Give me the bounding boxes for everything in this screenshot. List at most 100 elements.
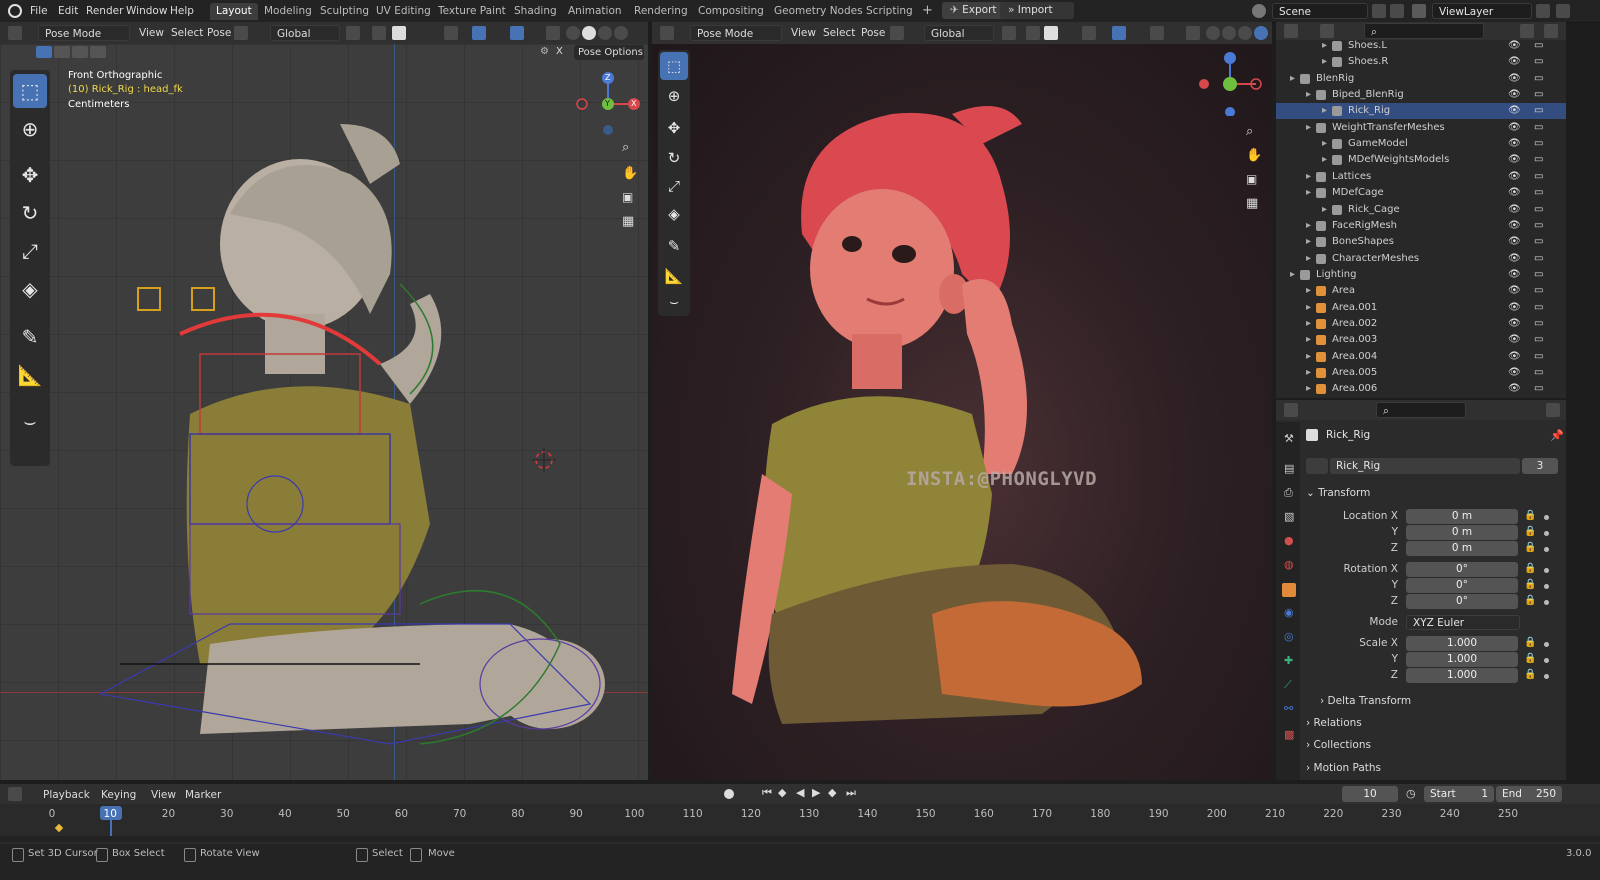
selection-mode-buttons[interactable] — [36, 46, 126, 60]
outliner-row[interactable]: ▸ BoneShapes 👁 ▭ — [1276, 234, 1566, 250]
motion-paths-panel-header[interactable]: › Motion Paths — [1306, 759, 1562, 777]
x-mirror-icon[interactable]: X — [556, 46, 568, 58]
visibility-eye-icon[interactable]: 👁 — [1508, 218, 1521, 234]
expand-arrow-icon[interactable]: ▸ — [1306, 169, 1311, 185]
render-visibility-icon[interactable]: ▭ — [1534, 349, 1543, 365]
expand-arrow-icon[interactable]: ▸ — [1322, 152, 1327, 168]
tab-scripting[interactable]: Scripting — [860, 3, 919, 20]
overlay-toggle-icon[interactable] — [510, 26, 524, 40]
outliner-row[interactable]: ▸ Area.002 👁 ▭ — [1276, 316, 1566, 332]
jump-key-forward-icon[interactable]: ◆ — [828, 786, 836, 799]
right-visibility-icon[interactable] — [1082, 26, 1096, 40]
rotation-y-field[interactable]: 0° — [1406, 578, 1518, 593]
render-visibility-icon[interactable]: ▭ — [1534, 202, 1543, 218]
menu-window[interactable]: Window — [122, 3, 171, 19]
visibility-eye-icon[interactable]: 👁 — [1508, 169, 1521, 185]
view-layer-tab-icon[interactable]: ▧ — [1284, 510, 1296, 523]
transform-panel-header[interactable]: ⌄ Transform — [1306, 484, 1562, 502]
expand-arrow-icon[interactable]: ▸ — [1306, 234, 1311, 250]
tab-geometry-nodes[interactable]: Geometry Nodes — [768, 3, 869, 20]
add-workspace-icon[interactable]: + — [922, 3, 933, 18]
outliner-row[interactable]: ▸ FaceRigMesh 👁 ▭ — [1276, 218, 1566, 234]
keyframe-scale-x-icon[interactable] — [1544, 642, 1549, 647]
scene-icon[interactable] — [1252, 4, 1266, 18]
expand-arrow-icon[interactable]: ▸ — [1322, 38, 1327, 54]
object-tab-icon[interactable] — [1282, 583, 1296, 597]
tab-animation[interactable]: Animation — [562, 3, 628, 20]
expand-arrow-icon[interactable]: ▸ — [1306, 185, 1311, 201]
right-snap-icon[interactable] — [1026, 26, 1040, 40]
right-editor-type-icon[interactable] — [660, 26, 674, 40]
timeline-view-menu[interactable]: View — [146, 787, 181, 803]
current-frame-field[interactable]: 10 — [1342, 786, 1398, 802]
clock-icon[interactable]: ◷ — [1406, 787, 1416, 800]
delta-transform-subpanel[interactable]: › Delta Transform — [1320, 692, 1560, 710]
tab-layout[interactable]: Layout — [210, 3, 258, 20]
expand-arrow-icon[interactable]: ▸ — [1290, 267, 1295, 283]
outliner-row[interactable]: ▸ GameModel 👁 ▭ — [1276, 136, 1566, 152]
marker-menu[interactable]: Marker — [180, 787, 226, 803]
render-visibility-icon[interactable]: ▭ — [1534, 169, 1543, 185]
blender-logo-icon[interactable] — [8, 4, 22, 18]
expand-arrow-icon[interactable]: ▸ — [1306, 251, 1311, 267]
delete-view-layer-icon[interactable] — [1556, 4, 1570, 18]
right-view-menu[interactable]: View — [786, 25, 821, 41]
visibility-eye-icon[interactable]: 👁 — [1508, 365, 1521, 381]
outliner-display-mode-icon[interactable] — [1320, 24, 1334, 38]
expand-arrow-icon[interactable]: ▸ — [1322, 54, 1327, 70]
visibility-icon[interactable] — [444, 26, 458, 40]
armature-data-tab-icon[interactable]: ✚ — [1284, 654, 1296, 667]
scene-tab-icon[interactable]: ● — [1284, 534, 1296, 547]
tool-tab-icon[interactable]: ⚒ — [1284, 432, 1296, 445]
start-frame-field[interactable]: Start 1 — [1424, 786, 1494, 802]
outliner-row[interactable]: ▸ Biped_BlenRig 👁 ▭ — [1276, 87, 1566, 103]
render-visibility-icon[interactable]: ▭ — [1534, 234, 1543, 250]
location-y-field[interactable]: 0 m — [1406, 525, 1518, 540]
outliner-row[interactable]: ▸ Area.004 👁 ▭ — [1276, 349, 1566, 365]
rig-character-model[interactable] — [90, 104, 648, 780]
expand-arrow-icon[interactable]: ▸ — [1306, 332, 1311, 348]
left-view-menu[interactable]: View — [134, 25, 169, 41]
new-scene-icon[interactable] — [1372, 4, 1386, 18]
render-visibility-icon[interactable]: ▭ — [1534, 120, 1543, 136]
visibility-eye-icon[interactable]: 👁 — [1508, 283, 1521, 299]
render-visibility-icon[interactable]: ▭ — [1534, 283, 1543, 299]
pivot-icon[interactable] — [346, 26, 360, 40]
location-x-field[interactable]: 0 m — [1406, 509, 1518, 524]
expand-arrow-icon[interactable]: ▸ — [1306, 218, 1311, 234]
record-icon[interactable] — [724, 789, 734, 799]
wireframe-shading-icon[interactable] — [566, 26, 580, 40]
lock-location-x-icon[interactable]: 🔒 — [1524, 510, 1536, 522]
new-view-layer-icon[interactable] — [1536, 4, 1550, 18]
right-viewport-render[interactable]: ⬚ ⊕ ✥ ↻ ⤢ ◈ ✎ 📐 ⌣ ⌕ ✋ ▣ ▦ INSTA:@PHONGLY… — [652, 44, 1272, 780]
delete-scene-icon[interactable] — [1390, 4, 1404, 18]
properties-options-icon[interactable] — [1546, 403, 1560, 417]
visibility-eye-icon[interactable]: 👁 — [1508, 38, 1521, 54]
visibility-eye-icon[interactable]: 👁 — [1508, 349, 1521, 365]
menu-render[interactable]: Render — [82, 3, 127, 19]
visibility-eye-icon[interactable]: 👁 — [1508, 54, 1521, 70]
render-visibility-icon[interactable]: ▭ — [1534, 365, 1543, 381]
render-visibility-icon[interactable]: ▭ — [1534, 267, 1543, 283]
outliner-editor-icon[interactable] — [1284, 24, 1298, 38]
visibility-eye-icon[interactable]: 👁 — [1508, 267, 1521, 283]
outliner-row[interactable]: ▸ Area.003 👁 ▭ — [1276, 332, 1566, 348]
keyframe-rotation-z-icon[interactable] — [1544, 600, 1549, 605]
select-new-icon[interactable] — [36, 46, 52, 58]
properties-editor-icon[interactable] — [1284, 403, 1298, 417]
playback-menu[interactable]: Playback — [38, 787, 95, 803]
rotation-x-field[interactable]: 0° — [1406, 562, 1518, 577]
pose-options-dropdown[interactable]: Pose Options — [574, 45, 644, 60]
right-keyframe-icon[interactable] — [890, 26, 904, 40]
output-tab-icon[interactable]: ⎙ — [1284, 486, 1296, 499]
visibility-eye-icon[interactable]: 👁 — [1508, 87, 1521, 103]
annotate-tool-icon[interactable]: ✎ — [13, 320, 47, 354]
render-visibility-icon[interactable]: ▭ — [1534, 218, 1543, 234]
scale-z-field[interactable]: 1.000 — [1406, 668, 1518, 683]
tab-texture-paint[interactable]: Texture Paint — [432, 3, 512, 20]
visibility-eye-icon[interactable]: 👁 — [1508, 202, 1521, 218]
visibility-eye-icon[interactable]: 👁 — [1508, 120, 1521, 136]
render-visibility-icon[interactable]: ▭ — [1534, 136, 1543, 152]
menu-help[interactable]: Help — [166, 3, 198, 19]
outliner-row[interactable]: ▸ MDefWeightsModels 👁 ▭ — [1276, 152, 1566, 168]
